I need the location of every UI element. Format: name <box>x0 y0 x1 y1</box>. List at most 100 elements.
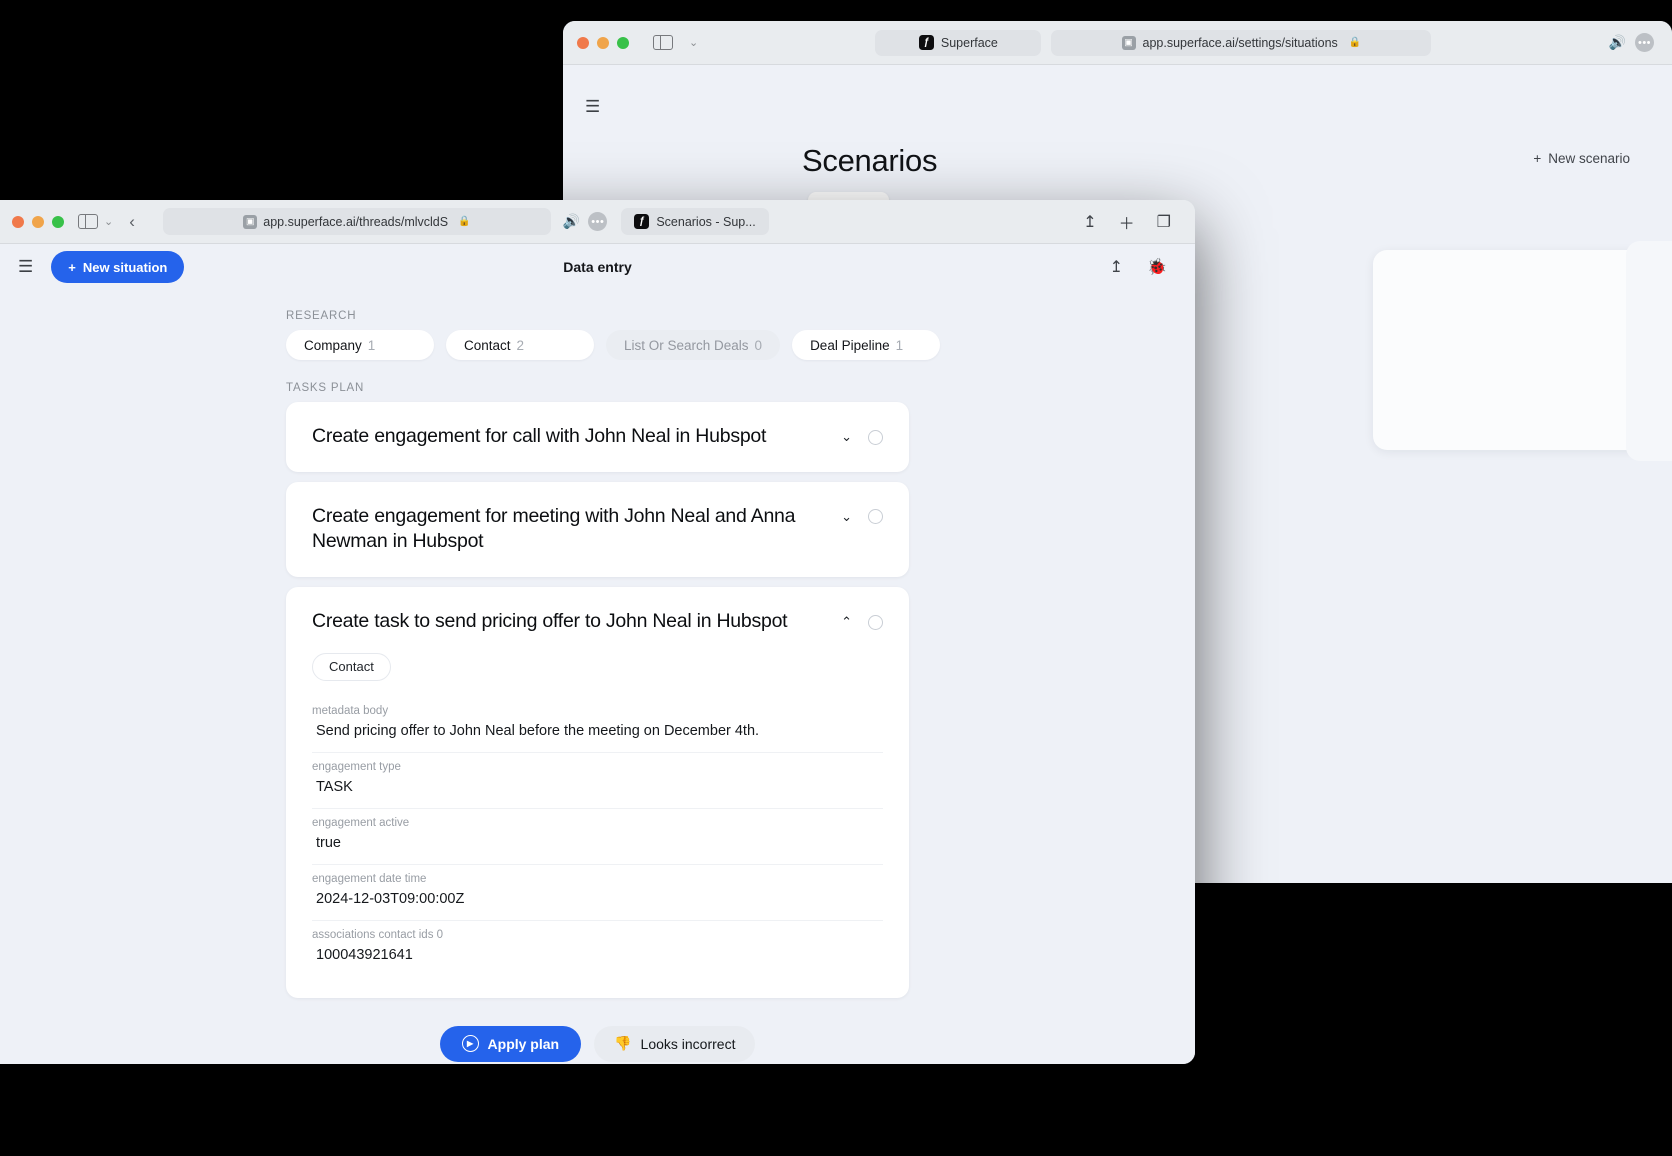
chevron-down-icon[interactable]: ⌄ <box>104 215 113 228</box>
metadata-key: engagement active <box>312 816 410 829</box>
speaker-icon[interactable]: 🔊 <box>1609 34 1626 51</box>
task-card-controls: ⌄ <box>841 504 883 525</box>
new-scenario-button[interactable]: + New scenario <box>1533 151 1630 166</box>
address-bar-right-icons: 🔊 ••• <box>563 212 608 231</box>
new-situation-label: New situation <box>82 259 168 275</box>
task-status-toggle[interactable] <box>868 509 883 525</box>
more-icon[interactable]: ••• <box>1635 33 1654 52</box>
extension-icon[interactable]: ▣ <box>243 214 258 229</box>
minimize-window-button[interactable] <box>32 215 44 228</box>
task-title: Create task to send pricing offer to Joh… <box>312 610 788 633</box>
task-card[interactable]: Create engagement for call with John Nea… <box>286 402 909 472</box>
app-header: ☰ + New situation Data entry ↥ 🐞 <box>0 244 1195 290</box>
address-bar[interactable]: ▣ app.superface.ai/settings/situations 🔒 <box>1051 29 1432 56</box>
metadata-row: engagement date time 2024-12-03T09:00:00… <box>312 865 883 921</box>
share-icon[interactable]: ↥ <box>1083 212 1096 232</box>
task-metadata-list: metadata body Send pricing offer to John… <box>312 697 883 976</box>
looks-incorrect-button[interactable]: 👎 Looks incorrect <box>594 1025 756 1062</box>
metadata-key: metadata body <box>312 704 389 717</box>
research-section-label: RESEARCH <box>286 310 357 322</box>
share-icon[interactable]: ↥ <box>1110 257 1123 277</box>
address-bar[interactable]: ▣ app.superface.ai/threads/mlvcldS 🔒 <box>162 208 551 235</box>
chevron-down-icon[interactable]: ⌄ <box>841 509 852 525</box>
research-chip-list-or-search-deals[interactable]: List Or Search Deals 0 <box>606 330 781 360</box>
metadata-value: 100043921641 <box>316 946 413 963</box>
task-card-header: Create engagement for meeting with John … <box>312 504 883 555</box>
window-traffic-lights[interactable] <box>577 36 629 49</box>
task-card-header: Create engagement for call with John Nea… <box>312 424 883 450</box>
chevron-down-icon[interactable]: ⌄ <box>689 36 698 49</box>
task-title: Create engagement for call with John Nea… <box>312 425 767 447</box>
close-window-button[interactable] <box>577 36 589 49</box>
minimize-window-button[interactable] <box>597 36 609 49</box>
metadata-row: associations contact ids 0 100043921641 <box>312 921 883 976</box>
browser-tab-scenarios[interactable]: ƒ Scenarios - Sup... <box>621 208 769 235</box>
maximize-window-button[interactable] <box>52 215 64 228</box>
task-tag-contact[interactable]: Contact <box>312 652 391 681</box>
front-window-titlebar: ⌄ ‹ ▣ app.superface.ai/threads/mlvcldS 🔒… <box>0 200 1195 244</box>
extension-icon[interactable]: ▣ <box>1121 35 1136 50</box>
apply-plan-label: Apply plan <box>487 1035 560 1052</box>
superface-logo-icon: ƒ <box>634 214 650 229</box>
scenario-card-partial-2[interactable] <box>1626 241 1672 461</box>
task-card-controls: ⌃ <box>841 609 883 630</box>
research-chip-label: List Or Search Deals <box>624 337 749 353</box>
research-chip-label: Deal Pipeline <box>810 337 890 353</box>
metadata-value: TASK <box>316 778 353 795</box>
chevron-down-icon[interactable]: ⌄ <box>841 429 852 445</box>
metadata-value: Send pricing offer to John Neal before t… <box>316 722 760 739</box>
superface-logo-icon: ƒ <box>918 35 934 50</box>
window-traffic-lights[interactable] <box>12 215 64 228</box>
research-chip-row: Company 1 Contact 2 List Or Search Deals… <box>286 330 1195 360</box>
task-card-expanded[interactable]: Create task to send pricing offer to Joh… <box>286 587 909 998</box>
speaker-icon[interactable]: 🔊 <box>563 213 580 230</box>
research-chip-count: 0 <box>754 337 763 353</box>
plus-icon: + <box>68 259 76 275</box>
task-status-toggle[interactable] <box>868 614 883 630</box>
tasks-plan-section: TASKS PLAN Create engagement for call wi… <box>0 382 1195 998</box>
page-content: RESEARCH Company 1 Contact 2 List Or Sea… <box>0 290 1195 1064</box>
research-chip-deal-pipeline[interactable]: Deal Pipeline 1 <box>792 330 941 360</box>
sidebar-toggle-icon[interactable] <box>653 35 673 50</box>
address-bar-url: app.superface.ai/settings/situations <box>1142 35 1338 50</box>
metadata-value: 2024-12-03T09:00:00Z <box>316 890 465 907</box>
task-status-toggle[interactable] <box>868 429 883 445</box>
maximize-window-button[interactable] <box>617 36 629 49</box>
chevron-up-icon[interactable]: ⌃ <box>841 614 852 630</box>
task-title: Create engagement for meeting with John … <box>312 504 796 553</box>
tabs-overview-icon[interactable]: ❐ <box>1157 212 1171 232</box>
thumbs-down-icon: 👎 <box>614 1035 632 1052</box>
research-chip-contact[interactable]: Contact 2 <box>446 330 594 360</box>
browser-tab-superface[interactable]: ƒ Superface <box>875 29 1042 56</box>
plus-icon[interactable]: ＋ <box>1119 210 1135 234</box>
back-chevron-icon[interactable]: ‹ <box>129 212 135 232</box>
metadata-key: associations contact ids 0 <box>312 928 444 941</box>
bug-icon[interactable]: 🐞 <box>1147 257 1167 277</box>
hamburger-icon[interactable]: ☰ <box>18 257 33 277</box>
research-chip-company[interactable]: Company 1 <box>286 330 434 360</box>
metadata-row: engagement type TASK <box>312 753 883 809</box>
front-window-toolbar-right: ↥ ＋ ❐ <box>1083 210 1183 234</box>
app-header-icons: ↥ 🐞 <box>1110 257 1181 277</box>
plus-icon: + <box>1533 151 1542 166</box>
sidebar-toggle-icon[interactable] <box>78 214 98 229</box>
hamburger-icon[interactable]: ☰ <box>585 97 600 117</box>
close-window-button[interactable] <box>12 215 24 228</box>
looks-incorrect-label: Looks incorrect <box>640 1035 736 1052</box>
apply-plan-button[interactable]: ▶ Apply plan <box>439 1025 582 1062</box>
browser-tab-label: Superface <box>940 35 998 50</box>
task-card[interactable]: Create engagement for meeting with John … <box>286 481 909 578</box>
tasks-plan-label: TASKS PLAN <box>286 382 365 394</box>
plan-action-buttons: ▶ Apply plan 👎 Looks incorrect <box>0 1025 1195 1062</box>
new-situation-button[interactable]: + New situation <box>51 251 185 283</box>
browser-tab-label: Scenarios - Sup... <box>656 214 756 229</box>
data-entry-browser-window: ⌄ ‹ ▣ app.superface.ai/threads/mlvcldS 🔒… <box>0 200 1195 1064</box>
metadata-key: engagement date time <box>312 872 427 885</box>
metadata-value: true <box>316 834 341 851</box>
back-window-tabstrip: ƒ Superface ▣ app.superface.ai/settings/… <box>708 29 1598 56</box>
more-icon[interactable]: ••• <box>588 212 608 231</box>
research-chip-label: Contact <box>464 337 511 353</box>
metadata-key: engagement type <box>312 760 401 773</box>
research-chip-count: 1 <box>367 337 376 353</box>
lock-icon: 🔒 <box>1348 37 1362 48</box>
